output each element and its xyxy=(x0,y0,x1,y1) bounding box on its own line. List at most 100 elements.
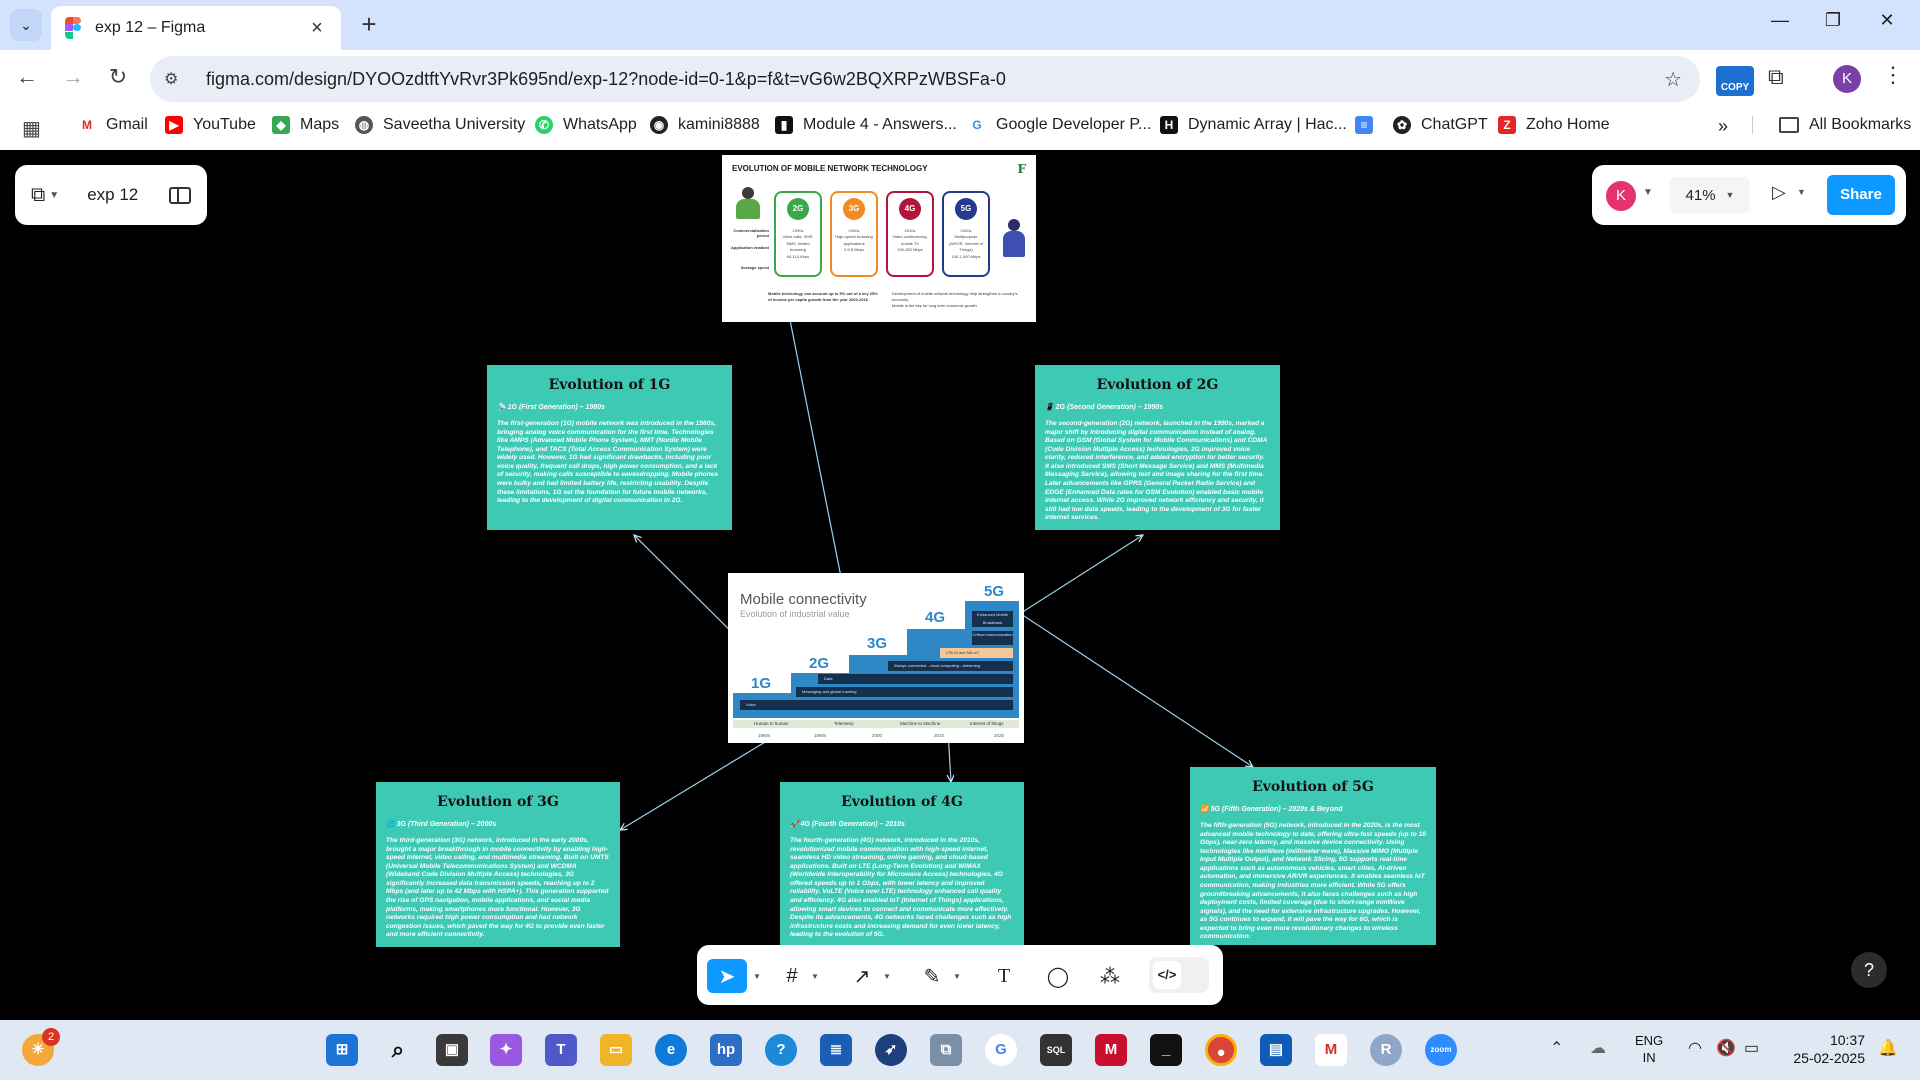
battery-icon[interactable]: ▭ xyxy=(1744,1038,1759,1058)
task-view-icon[interactable]: ▣ xyxy=(436,1034,468,1066)
chevron-down-icon[interactable]: ▼ xyxy=(753,972,761,981)
close-icon[interactable]: × xyxy=(307,17,327,40)
bookmark-google-developer[interactable]: G Google Developer P... xyxy=(968,116,1151,134)
bookmark-maps[interactable]: ◆ Maps xyxy=(272,116,339,134)
help-button[interactable]: ? xyxy=(1851,952,1887,988)
show-hidden-icons-icon[interactable]: ⌃ xyxy=(1550,1038,1563,1058)
onedrive-cloud-icon[interactable]: ☁ xyxy=(1590,1038,1606,1058)
launcher-icon[interactable]: ➶ xyxy=(875,1034,907,1066)
mysql-icon[interactable]: SQL xyxy=(1040,1034,1072,1066)
myhp-icon[interactable]: hp xyxy=(710,1034,742,1066)
frame-title: Evolution of 1G xyxy=(548,377,671,393)
bookmark-zoho[interactable]: Z Zoho Home xyxy=(1498,116,1610,134)
frame-evolution-4g[interactable]: Evolution of 4G 🚀 4G (Fourth Generation)… xyxy=(780,782,1024,947)
mcafee-icon[interactable]: M xyxy=(1095,1034,1127,1066)
frame-body: The second-generation (2G) network, laun… xyxy=(1045,420,1268,522)
bookmark-star-icon[interactable]: ☆ xyxy=(1664,67,1682,92)
gmail-icon[interactable]: M xyxy=(1315,1034,1347,1066)
user-avatar[interactable]: K xyxy=(1606,181,1636,211)
file-name[interactable]: exp 12 xyxy=(87,185,169,205)
tab-search-button[interactable]: ⌄ xyxy=(10,9,42,41)
text-tool-icon[interactable]: T xyxy=(987,959,1021,993)
extensions-puzzle-icon[interactable]: ⧉ xyxy=(1768,64,1784,90)
chevron-down-icon[interactable]: ▼ xyxy=(883,972,891,981)
chevron-down-icon[interactable]: ▼ xyxy=(1643,187,1653,198)
get-help-icon[interactable]: ? xyxy=(765,1034,797,1066)
chevron-down-icon[interactable]: ▼ xyxy=(811,972,819,981)
pen-tool-icon[interactable]: ✎ xyxy=(915,959,949,993)
bookmark-github[interactable]: ◉ kamini8888 xyxy=(650,116,760,134)
zoom-dropdown[interactable]: 41% ▼ xyxy=(1670,177,1750,213)
bookmark-hackerrank[interactable]: H Dynamic Array | Hac... xyxy=(1160,116,1347,134)
files-icon[interactable]: ⧉ xyxy=(930,1034,962,1066)
minimize-icon[interactable]: — xyxy=(1765,10,1795,31)
band-critical: Critical communication xyxy=(972,631,1013,645)
dev-mode-toggle[interactable]: </> xyxy=(1149,957,1209,993)
clock[interactable]: 10:37 25-02-2025 xyxy=(1785,1031,1865,1067)
bookmark-saveetha[interactable]: ◍ Saveetha University xyxy=(355,116,525,134)
terminal-icon[interactable]: _ xyxy=(1150,1034,1182,1066)
notepad-icon[interactable]: ≣ xyxy=(820,1034,852,1066)
bookmark-whatsapp[interactable]: ✆ WhatsApp xyxy=(535,116,637,134)
store-icon[interactable]: ▤ xyxy=(1260,1034,1292,1066)
windows-start-icon[interactable]: ⊞ xyxy=(326,1034,358,1066)
more-menu-icon[interactable]: ⋮ xyxy=(1882,62,1904,88)
back-button[interactable]: ← xyxy=(12,64,42,90)
bookmark-chatgpt[interactable]: ✿ ChatGPT xyxy=(1393,116,1488,134)
frame-evolution-2g[interactable]: Evolution of 2G 📱 2G (Second Generation)… xyxy=(1035,365,1280,530)
notifications-icon[interactable]: 🔔 xyxy=(1878,1038,1898,1058)
image-mobile-connectivity[interactable]: Mobile connectivity Evolution of industr… xyxy=(728,573,1024,743)
frame-evolution-1g[interactable]: Evolution of 1G 📡 1G (First Generation) … xyxy=(487,365,732,530)
all-bookmarks[interactable]: All Bookmarks xyxy=(1752,116,1911,134)
window-close-icon[interactable]: ✕ xyxy=(1872,10,1902,31)
language-indicator[interactable]: ENG IN xyxy=(1635,1032,1663,1066)
bookmark-docs[interactable]: ≡ xyxy=(1355,116,1383,134)
tab-figma[interactable]: exp 12 – Figma × xyxy=(51,6,341,50)
present-play-icon[interactable]: ▷ xyxy=(1772,182,1786,203)
copilot-icon[interactable]: ✦ xyxy=(490,1034,522,1066)
gen-card-5g: 5G 2020s Multipurpose (AR/VR, Internet of… xyxy=(942,191,990,277)
actions-tool-icon[interactable]: ⁂ xyxy=(1093,959,1127,993)
category-label: Internet of things xyxy=(970,721,1004,726)
file-explorer-icon[interactable]: ▭ xyxy=(600,1034,632,1066)
move-tool-icon[interactable]: ➤ xyxy=(707,959,747,993)
zoom-icon[interactable]: zoom xyxy=(1425,1034,1457,1066)
share-button[interactable]: Share xyxy=(1827,175,1895,215)
arrow-tool-icon[interactable]: ↗ xyxy=(845,959,879,993)
teams-icon[interactable]: T xyxy=(545,1034,577,1066)
figma-canvas[interactable]: ⧉ ▼ exp 12 K ▼ 41% ▼ ▷ ▼ Share EVOLUTION … xyxy=(0,150,1920,1020)
figma-file-panel: ⧉ ▼ exp 12 xyxy=(15,165,207,225)
bookmark-module4[interactable]: ▮ Module 4 - Answers... xyxy=(775,116,957,134)
image-evolution-mobile-network[interactable]: EVOLUTION OF MOBILE NETWORK TECHNOLOGY F… xyxy=(722,155,1036,322)
figma-menu-icon[interactable]: ⧉ xyxy=(31,184,45,207)
chrome-icon[interactable]: ● xyxy=(1205,1034,1237,1066)
frame-subtitle: 📡 1G (First Generation) – 1980s xyxy=(497,404,605,411)
bookmarks-overflow-icon[interactable]: » xyxy=(1718,116,1728,137)
frame-evolution-3g[interactable]: Evolution of 3G 🌐 3G (Third Generation) … xyxy=(376,782,620,947)
new-tab-button[interactable]: + xyxy=(354,10,384,38)
comment-tool-icon[interactable]: ◯ xyxy=(1041,959,1075,993)
frame-evolution-5g[interactable]: Evolution of 5G 📶 5G (Fifth Generation) … xyxy=(1190,767,1436,945)
reload-button[interactable]: ↻ xyxy=(103,64,133,90)
chevron-down-icon[interactable]: ▼ xyxy=(49,190,59,201)
edge-icon[interactable]: e xyxy=(655,1034,687,1066)
copy-extension-button[interactable]: COPY xyxy=(1716,66,1754,96)
profile-avatar[interactable]: K xyxy=(1833,65,1861,93)
frame-tool-icon[interactable]: # xyxy=(775,959,809,993)
wifi-icon[interactable]: ◠ xyxy=(1688,1038,1702,1058)
volume-mute-icon[interactable]: 🔇 xyxy=(1716,1038,1736,1058)
chevron-down-icon[interactable]: ▼ xyxy=(953,972,961,981)
google-icon[interactable]: G xyxy=(985,1034,1017,1066)
chevron-down-icon[interactable]: ▼ xyxy=(1797,187,1806,197)
sidebar-toggle-icon[interactable] xyxy=(169,186,191,204)
restore-icon[interactable]: ❐ xyxy=(1818,10,1848,31)
apps-grid-icon[interactable]: ▦ xyxy=(22,116,41,141)
search-icon[interactable]: ⌕ xyxy=(382,1034,414,1066)
forward-button[interactable]: → xyxy=(58,64,88,90)
r-app-icon[interactable]: R xyxy=(1370,1034,1402,1066)
site-settings-icon[interactable]: ⚙ xyxy=(164,69,188,89)
bookmark-youtube[interactable]: ▶ YouTube xyxy=(165,116,256,134)
tab-title: exp 12 – Figma xyxy=(95,19,206,36)
address-bar[interactable]: ⚙ figma.com/design/DYOOzdtftYvRvr3Pk695n… xyxy=(150,56,1700,102)
bookmark-gmail[interactable]: M Gmail xyxy=(78,116,148,134)
